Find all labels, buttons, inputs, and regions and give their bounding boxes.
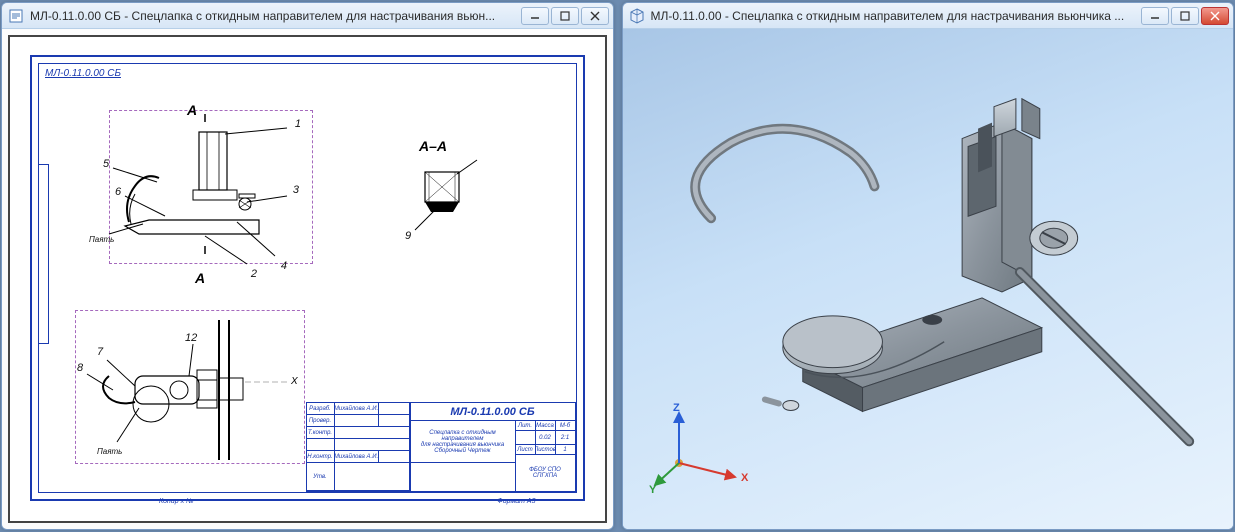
view-plan: X 12 7 8 Паять (69, 304, 319, 474)
label-paint-2: Паять (97, 447, 122, 456)
axis-gizmo[interactable]: X Y Z (649, 403, 769, 493)
side-revision-block (38, 164, 49, 344)
section-arrow-bot: А (195, 270, 205, 286)
tb-bottom-right: Формат A3 (497, 498, 535, 505)
callout-8: 8 (77, 362, 83, 374)
callout-2: 2 (251, 268, 257, 280)
axis-x-label: X (741, 472, 749, 484)
cad-2d-icon (8, 8, 24, 24)
titlebar-left[interactable]: МЛ-0.11.0.00 СБ - Спецлапка с откидным н… (2, 3, 613, 29)
drawing-title-block: МЛ-0.11.0.00 СБ Разраб.Михайлова А.И. Пр… (306, 402, 576, 492)
drawing-canvas[interactable]: МЛ-0.11.0.00 СБ (2, 29, 613, 529)
callout-5: 5 (103, 158, 109, 170)
sheet-drawing-number: МЛ-0.11.0.00 СБ (45, 68, 121, 79)
cad-3d-icon (629, 8, 645, 24)
callout-4: 4 (281, 260, 287, 272)
maximize-button[interactable] (551, 7, 579, 25)
axis-z-label: Z (673, 403, 680, 414)
tb-desc1: Спецлапка с откидным направителем (412, 430, 514, 442)
model-viewport[interactable]: X Y Z (623, 29, 1234, 529)
axis-y-label: Y (649, 484, 657, 493)
tb-bottom-left: Копир х № (159, 498, 194, 505)
titlebar-right[interactable]: МЛ-0.11.0.00 - Спецлапка с откидным напр… (623, 3, 1234, 29)
callout-6: 6 (115, 186, 121, 198)
section-arrow-top: А (187, 102, 197, 118)
maximize-button[interactable] (1171, 7, 1199, 25)
callout-1: 1 (295, 118, 301, 130)
minimize-button[interactable] (521, 7, 549, 25)
label-paint-1: Паять (89, 235, 114, 244)
titleblock-dwg-number: МЛ-0.11.0.00 СБ (410, 403, 575, 421)
svg-text:X: X (290, 376, 298, 387)
window-2d-drawing: МЛ-0.11.0.00 СБ - Спецлапка с откидным н… (1, 2, 614, 530)
close-button[interactable] (1201, 7, 1229, 25)
tb-desc3: Сборочный Чертеж (434, 448, 490, 454)
view-elevation: 1 3 4 2 5 6 Паять А А (79, 104, 319, 274)
callout-9: 9 (405, 230, 411, 242)
window-title-left: МЛ-0.11.0.00 СБ - Спецлапка с откидным н… (30, 9, 521, 23)
window-3d-model: МЛ-0.11.0.00 - Спецлапка с откидным напр… (622, 2, 1235, 530)
tb-org2: СПГХПА (533, 473, 557, 479)
view-section-aa: А–А 9 (399, 144, 489, 254)
callout-7: 7 (97, 346, 103, 358)
minimize-button[interactable] (1141, 7, 1169, 25)
window-title-right: МЛ-0.11.0.00 - Спецлапка с откидным напр… (651, 9, 1142, 23)
callout-3: 3 (293, 184, 299, 196)
callout-12: 12 (185, 332, 197, 344)
close-button[interactable] (581, 7, 609, 25)
